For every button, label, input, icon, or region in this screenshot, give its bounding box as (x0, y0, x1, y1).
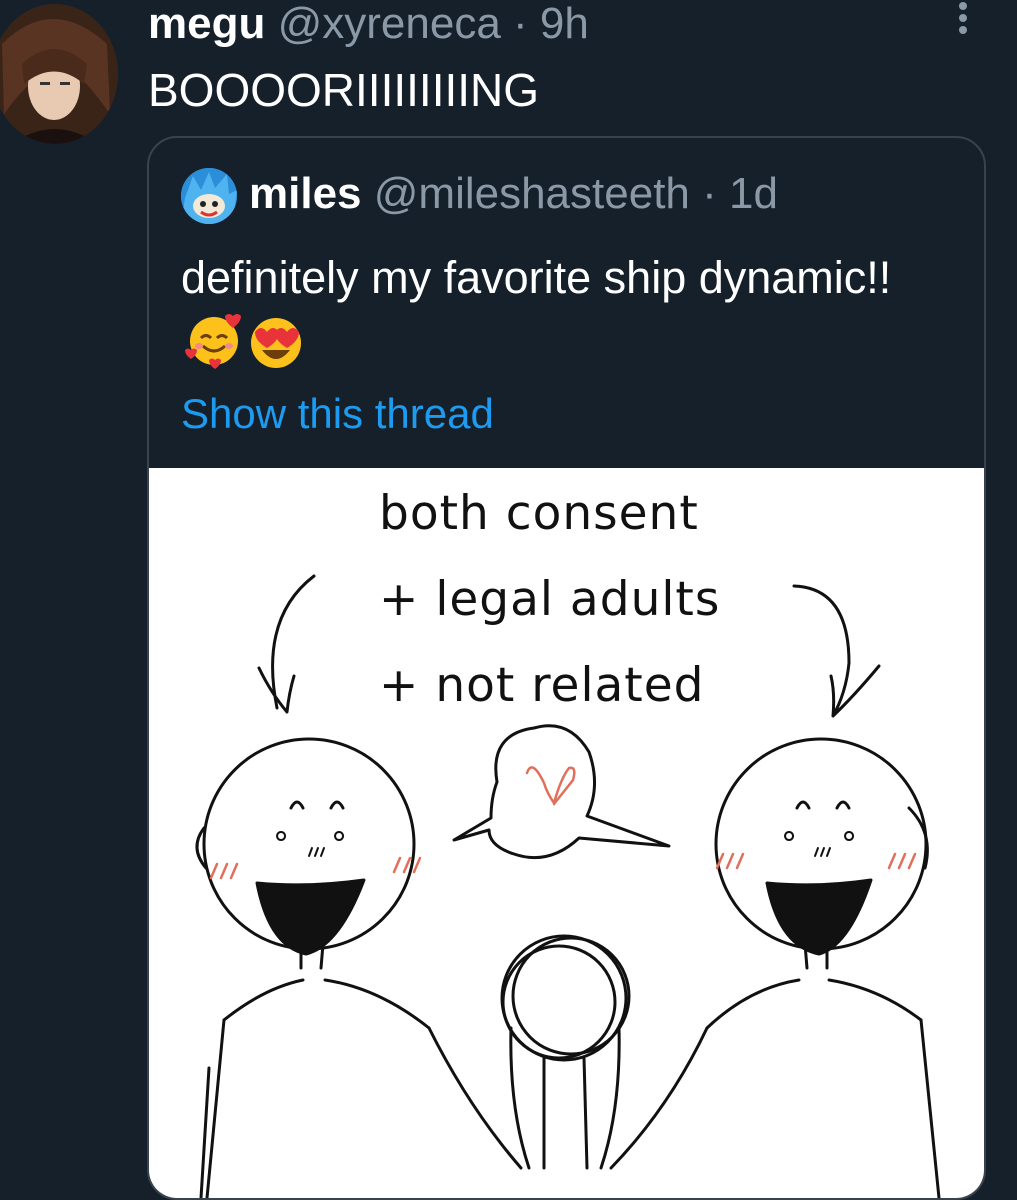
quoted-tweet-body: definitely my favorite ship dynamic!! (181, 252, 892, 303)
quoted-media-image[interactable]: both consent + legal adults + not relate… (149, 468, 984, 1198)
quoted-display-name[interactable]: miles (249, 169, 362, 218)
anime-character-avatar-icon (0, 4, 118, 144)
quoted-tweet-text: definitely my favorite ship dynamic!! (181, 244, 941, 389)
quoted-timestamp[interactable]: 1d (729, 169, 778, 218)
quoted-time-separator: · (702, 169, 717, 218)
quoted-handle[interactable]: @mileshasteeth (374, 169, 690, 218)
left-curved-arrow-icon (257, 574, 316, 714)
comic-illustration (195, 574, 941, 1198)
speech-bubble (452, 724, 671, 860)
quoted-tweet-card[interactable]: miles @mileshasteeth · 1d definitely my … (147, 136, 986, 1200)
right-curved-arrow-icon (792, 584, 881, 718)
show-thread-link[interactable]: Show this thread (181, 388, 494, 440)
display-name[interactable]: megu (148, 0, 265, 48)
handle[interactable]: @xyreneca (278, 0, 501, 48)
tweet-header: megu @xyreneca · 9h (148, 0, 589, 48)
quoted-avatar[interactable] (181, 168, 237, 224)
avatar[interactable] (0, 4, 118, 144)
heart-doodle-icon (525, 766, 576, 806)
quoted-tweet-header: miles @mileshasteeth · 1d (249, 166, 778, 222)
tweet-text: BOOOORIIIIIIIIING (148, 64, 540, 116)
cartoon-avatar-icon (181, 168, 237, 224)
more-options-icon[interactable] (950, 0, 976, 40)
heart-eyes-icon (247, 312, 305, 389)
time-separator: · (513, 0, 528, 48)
timestamp[interactable]: 9h (540, 0, 589, 48)
smiling-face-with-hearts-icon (185, 312, 243, 389)
